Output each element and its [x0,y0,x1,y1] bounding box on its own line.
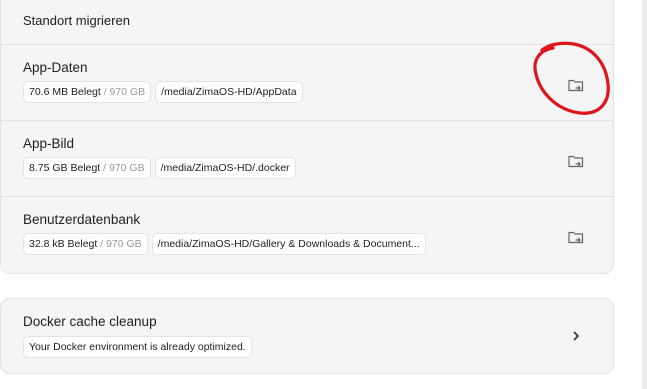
folder-move-icon[interactable] [567,229,585,245]
usage-total: / 970 GB [100,162,145,174]
folder-move-icon[interactable] [567,153,585,169]
docker-cache-card[interactable]: Docker cache cleanup Your Docker environ… [0,298,614,374]
row-title: App-Bild [23,136,75,151]
usage-total: / 970 GB [97,238,142,250]
migrate-location-card: Standort migrieren App-Daten 70.6 MB Bel… [0,0,614,274]
chevron-right-icon[interactable] [569,329,583,343]
usage-total: / 970 GB [100,86,146,98]
row-title: Benutzerdatenbank [23,212,141,227]
usage-used: 70.6 MB Belegt [29,86,101,98]
usage-chip: 32.8 kB Belegt / 970 GB [23,233,148,255]
path-chip: /media/ZimaOS-HD/AppData [155,81,303,103]
card-title: Standort migrieren [1,0,613,45]
path-chip: /media/ZimaOS-HD/Gallery & Downloads & D… [151,233,426,255]
docker-cleanup-title: Docker cache cleanup [23,314,157,329]
usage-used: 32.8 kB Belegt [29,238,98,250]
usage-used: 8.75 GB Belegt [29,162,101,174]
path-chip: /media/ZimaOS-HD/.docker [154,157,296,179]
usage-chip: 8.75 GB Belegt / 970 GB [23,157,151,179]
folder-move-icon[interactable] [567,77,585,93]
docker-status-chip: Your Docker environment is already optim… [23,336,252,358]
storage-row-app-data: App-Daten 70.6 MB Belegt / 970 GB /media… [1,45,613,121]
storage-row-app-image: App-Bild 8.75 GB Belegt / 970 GB /media/… [1,121,613,197]
row-title: App-Daten [23,60,88,75]
scrollbar-track[interactable] [642,0,647,389]
usage-chip: 70.6 MB Belegt / 970 GB [23,81,152,103]
storage-row-user-database: Benutzerdatenbank 32.8 kB Belegt / 970 G… [1,197,613,273]
